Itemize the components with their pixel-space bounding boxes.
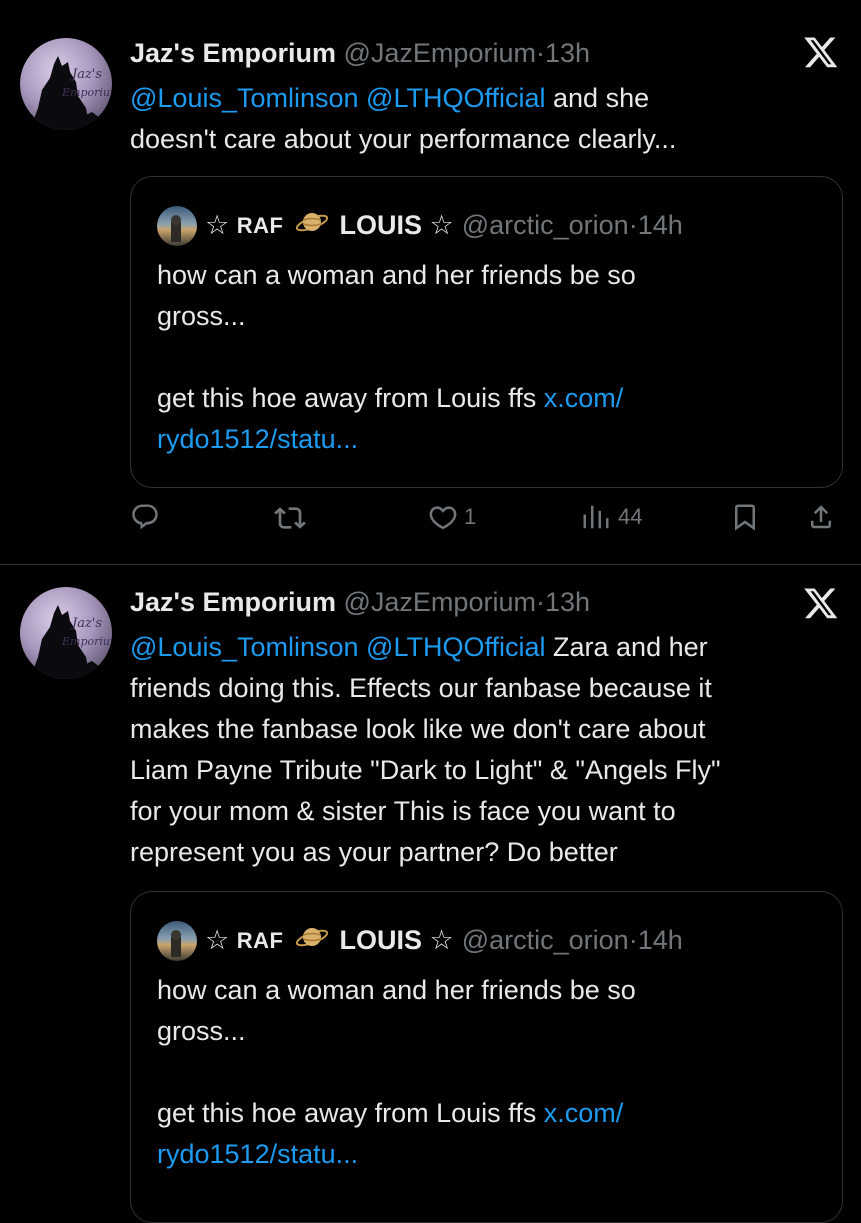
views-icon bbox=[583, 505, 609, 529]
saturn-icon bbox=[295, 205, 329, 246]
tweet-text-line: doesn't care about your performance clea… bbox=[130, 124, 677, 154]
quoted-name: LOUIS bbox=[339, 210, 422, 240]
quoted-author-avatar bbox=[157, 205, 197, 246]
separator: · bbox=[628, 925, 638, 955]
author-avatar[interactable]: Jaz's Emporium bbox=[20, 587, 112, 679]
quoted-link[interactable]: rydo1512/statu... bbox=[157, 1134, 797, 1175]
reply-button[interactable] bbox=[130, 502, 160, 532]
quoted-text: how can a woman and her friends be so gr… bbox=[157, 970, 797, 1175]
quoted-tweet[interactable]: ☆ RAF LOUIS ☆ @arctic_orion · 14h how can … bbox=[130, 891, 843, 1223]
x-logo-icon[interactable] bbox=[803, 585, 839, 621]
tweet-text: @Louis_Tomlinson @LTHQOfficial Zara and … bbox=[130, 627, 830, 873]
tweet-text-line: represent you as your partner? Do better bbox=[130, 837, 618, 867]
quoted-text-line: get this hoe away from Louis ffs bbox=[157, 383, 537, 413]
quoted-name-star: ☆ bbox=[205, 925, 230, 955]
quoted-name-raf: RAF bbox=[236, 927, 284, 953]
reply-icon bbox=[132, 504, 158, 530]
quoted-handle: @arctic_orion bbox=[461, 925, 629, 955]
mention-link[interactable]: @LTHQOfficial bbox=[366, 632, 545, 662]
author-handle[interactable]: @JazEmporium bbox=[344, 38, 536, 68]
quoted-text-line: gross... bbox=[157, 301, 246, 331]
saturn-icon bbox=[295, 920, 329, 961]
share-icon bbox=[811, 505, 831, 529]
wolf-silhouette-icon: Jaz's Emporium bbox=[30, 605, 112, 679]
share-button[interactable] bbox=[806, 502, 836, 532]
like-count: 1 bbox=[464, 504, 477, 529]
tweet-text-line: friends doing this. Effects our fanbase … bbox=[130, 673, 712, 703]
tweet-text: @Louis_Tomlinson @LTHQOfficial and she d… bbox=[130, 78, 830, 160]
like-button[interactable]: 1 bbox=[428, 502, 476, 532]
views-button[interactable]: 44 bbox=[580, 502, 642, 532]
quoted-link[interactable]: x.com/ bbox=[544, 383, 624, 413]
separator: · bbox=[535, 38, 545, 68]
separator: · bbox=[628, 210, 638, 240]
svg-text:Emporium: Emporium bbox=[61, 635, 112, 648]
tweet-1[interactable]: Jaz's Emporium Jaz's Emporium @JazEmpori… bbox=[0, 0, 861, 565]
bookmark-button[interactable] bbox=[730, 502, 760, 532]
quoted-timestamp: 14h bbox=[637, 210, 683, 240]
mention-link[interactable]: @LTHQOfficial bbox=[366, 83, 545, 113]
x-logo-icon[interactable] bbox=[803, 34, 839, 70]
tweet-header: Jaz's Emporium @JazEmporium·13h bbox=[130, 38, 590, 69]
tweet-header: Jaz's Emporium @JazEmporium·13h bbox=[130, 587, 590, 618]
tweet-text-line: Liam Payne Tribute "Dark to Light" & "An… bbox=[130, 755, 721, 785]
tweet-text-line: makes the fanbase look like we don't car… bbox=[130, 714, 706, 744]
quoted-author-avatar bbox=[157, 920, 197, 961]
quoted-text-line: how can a woman and her friends be so bbox=[157, 260, 636, 290]
quoted-link[interactable]: rydo1512/statu... bbox=[157, 419, 797, 460]
quoted-name-star: ☆ bbox=[205, 210, 230, 240]
bookmark-icon bbox=[735, 504, 755, 531]
quoted-tweet-header: ☆ RAF LOUIS ☆ @arctic_orion · 14h bbox=[157, 920, 683, 961]
repost-button[interactable] bbox=[274, 502, 306, 534]
action-bar: 1 44 bbox=[130, 502, 841, 542]
quoted-timestamp: 14h bbox=[637, 925, 683, 955]
quoted-name-star-right: ☆ bbox=[429, 210, 454, 240]
separator: · bbox=[535, 587, 545, 617]
quoted-text-line: how can a woman and her friends be so bbox=[157, 975, 636, 1005]
quoted-handle: @arctic_orion bbox=[461, 210, 629, 240]
tweet-text-segment: Zara and her bbox=[553, 632, 708, 662]
svg-text:Emporium: Emporium bbox=[61, 86, 112, 99]
wolf-silhouette-icon: Jaz's Emporium bbox=[30, 56, 112, 130]
author-name[interactable]: Jaz's Emporium bbox=[130, 587, 336, 617]
quoted-tweet-header: ☆ RAF LOUIS ☆ @arctic_orion · 14h bbox=[157, 205, 683, 246]
quoted-text-line: get this hoe away from Louis ffs bbox=[157, 1098, 537, 1128]
repost-icon bbox=[274, 507, 306, 529]
author-handle[interactable]: @JazEmporium bbox=[344, 587, 536, 617]
tweet-text-segment: and she bbox=[553, 83, 650, 113]
quoted-text: how can a woman and her friends be so gr… bbox=[157, 255, 797, 460]
tweet-2[interactable]: Jaz's Emporium Jaz's Emporium @JazEmpori… bbox=[0, 565, 861, 1223]
mention-link[interactable]: @Louis_Tomlinson bbox=[130, 83, 359, 113]
author-name[interactable]: Jaz's Emporium bbox=[130, 38, 336, 68]
quoted-tweet[interactable]: ☆ RAF LOUIS ☆ @arctic_orion · 14h how can … bbox=[130, 176, 843, 488]
timestamp[interactable]: 13h bbox=[545, 38, 590, 68]
view-count: 44 bbox=[618, 504, 643, 529]
mention-link[interactable]: @Louis_Tomlinson bbox=[130, 632, 359, 662]
quoted-name: LOUIS bbox=[339, 925, 422, 955]
svg-text:Jaz's: Jaz's bbox=[69, 616, 102, 631]
like-icon bbox=[429, 506, 457, 530]
author-avatar[interactable]: Jaz's Emporium bbox=[20, 38, 112, 130]
quoted-name-raf: RAF bbox=[236, 212, 284, 238]
tweet-text-line: for your mom & sister This is face you w… bbox=[130, 796, 676, 826]
quoted-name-star-right: ☆ bbox=[429, 925, 454, 955]
quoted-link[interactable]: x.com/ bbox=[544, 1098, 624, 1128]
timestamp[interactable]: 13h bbox=[545, 587, 590, 617]
avatar-text: Jaz's bbox=[69, 67, 102, 82]
quoted-text-line: gross... bbox=[157, 1016, 246, 1046]
